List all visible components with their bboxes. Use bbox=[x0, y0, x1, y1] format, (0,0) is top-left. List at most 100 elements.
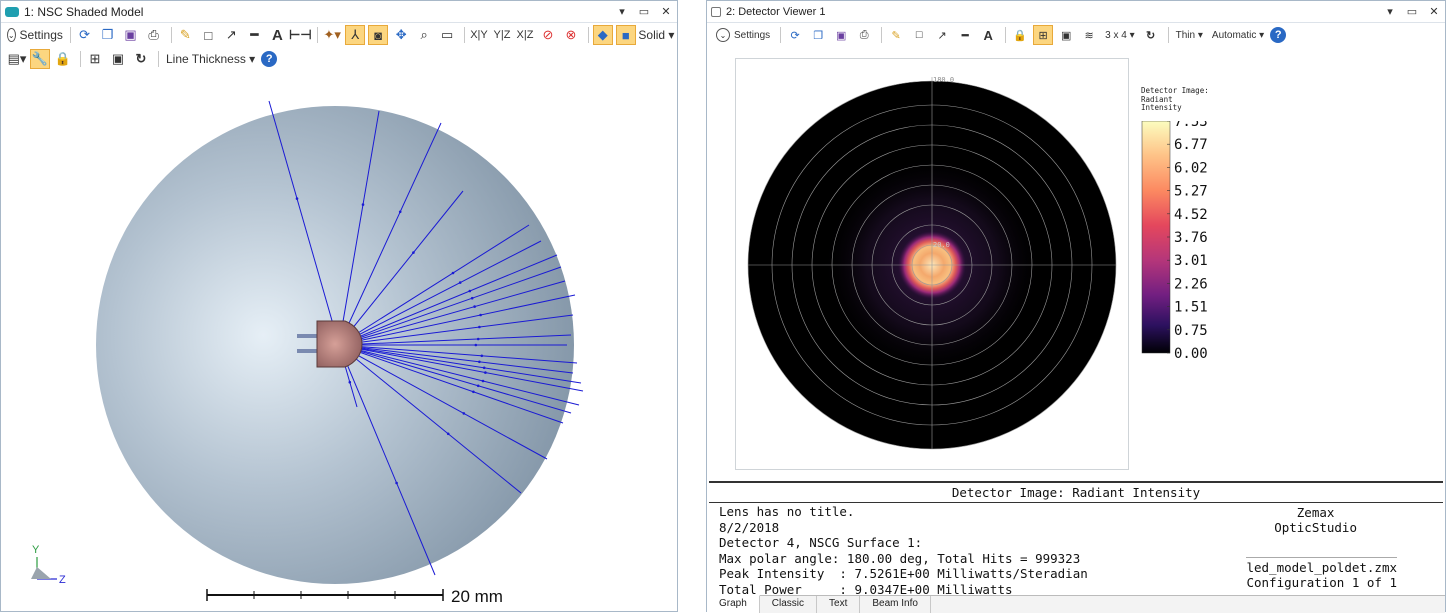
window-title: 2: Detector Viewer 1 bbox=[726, 5, 826, 18]
layout-dropdown[interactable]: 3 x 4 ▾ bbox=[1102, 25, 1138, 45]
dimension-icon[interactable]: ⊢⊣ bbox=[289, 25, 312, 45]
configuration: Configuration 1 of 1 bbox=[1246, 575, 1397, 590]
thin-label: Thin bbox=[1175, 29, 1196, 41]
ray-marker bbox=[468, 289, 472, 293]
detector-toolbar: ⌄ Settings ⟳ ❐ ▣ ⎙ ✎ □ ↗ ━ A 🔒 ⊞ ▣ ≋ 3 x… bbox=[707, 23, 1445, 47]
grid-icon[interactable]: ⊞ bbox=[1033, 25, 1054, 45]
3d-viewport[interactable]: Y Z 20 mm bbox=[1, 73, 677, 611]
copy-icon[interactable]: ❐ bbox=[98, 25, 118, 45]
text-icon[interactable]: A bbox=[267, 25, 287, 45]
rectangle-icon[interactable]: □ bbox=[909, 25, 929, 45]
settings-label: Settings bbox=[734, 29, 771, 41]
line-thickness-dropdown[interactable]: Line Thickness ▾ bbox=[163, 49, 258, 69]
detector-plot[interactable]: 180.0 20.0 bbox=[735, 58, 1129, 470]
grid-icon[interactable]: ⊞ bbox=[85, 49, 105, 69]
ray-marker bbox=[478, 360, 481, 364]
tab-graph[interactable]: Graph bbox=[707, 595, 760, 613]
zoom-icon[interactable]: ⌕ bbox=[414, 25, 434, 45]
lock-icon[interactable]: 🔒 bbox=[1010, 25, 1030, 45]
settings-button[interactable]: ⌄ Settings bbox=[713, 25, 773, 45]
copy-icon[interactable]: ❐ bbox=[808, 25, 828, 45]
status-line: Peak Intensity : 7.5261E+00 Milliwatts/S… bbox=[719, 566, 1088, 581]
product-name: OpticStudio bbox=[1274, 520, 1357, 535]
view-xy-button[interactable]: X|Y bbox=[469, 25, 489, 45]
toolbar-row-1: ⌄ Settings ⟳ ❐ ▣ ⎙ ✎ □ ↗ ━ A ⊢⊣ ✦▾ ⅄ ◙ ✥… bbox=[1, 23, 677, 47]
axes-view-icon[interactable]: ⅄ bbox=[345, 25, 366, 45]
colorbar-title-line: Intensity bbox=[1141, 103, 1182, 112]
tab-beam-info[interactable]: Beam Info bbox=[860, 596, 931, 613]
maximize-icon[interactable]: ▭ bbox=[1401, 5, 1423, 18]
rectangle-icon[interactable]: □ bbox=[198, 25, 218, 45]
pan-icon[interactable]: ✥ bbox=[391, 25, 411, 45]
wrench-icon[interactable]: 🔧 bbox=[30, 49, 50, 69]
no-rotate-icon[interactable]: ⊘ bbox=[538, 25, 558, 45]
pencil-icon[interactable]: ✎ bbox=[886, 25, 906, 45]
refresh-icon[interactable]: ⟳ bbox=[75, 25, 95, 45]
rotate-view-icon[interactable]: ✦▾ bbox=[322, 25, 342, 45]
layout-label: 3 x 4 bbox=[1105, 29, 1127, 41]
automatic-dropdown[interactable]: Automatic ▾ bbox=[1209, 25, 1267, 45]
arrow-icon[interactable]: ↗ bbox=[221, 25, 241, 45]
tab-text[interactable]: Text bbox=[817, 596, 861, 613]
snapshot-icon[interactable]: ▭ bbox=[437, 25, 457, 45]
cycle-icon[interactable]: ↻ bbox=[1141, 25, 1161, 45]
shaded-model-canvas[interactable]: Y Z 20 mm bbox=[1, 73, 677, 611]
print-icon[interactable]: ⎙ bbox=[854, 25, 874, 45]
ray-marker bbox=[395, 481, 398, 485]
settings-button[interactable]: ⌄ Settings bbox=[6, 25, 63, 45]
ring-label-outer: 180.0 bbox=[933, 76, 954, 84]
colorbar-tick-label: 5.27 bbox=[1174, 184, 1208, 200]
camera-view-icon[interactable]: ◙ bbox=[368, 25, 389, 45]
close-icon[interactable]: ✕ bbox=[655, 5, 677, 18]
app-icon bbox=[711, 6, 721, 17]
print-icon[interactable]: ⎙ bbox=[144, 25, 164, 45]
company-name: Zemax bbox=[1296, 505, 1335, 520]
ray-marker bbox=[412, 251, 415, 254]
line-icon[interactable]: ━ bbox=[244, 25, 264, 45]
detector-plot-canvas[interactable]: 180.0 20.0 bbox=[736, 59, 1128, 469]
bottom-tabs: Graph Classic Text Beam Info bbox=[707, 595, 1445, 613]
close-icon[interactable]: ✕ bbox=[1423, 5, 1445, 18]
gradient-icon[interactable]: ▤▾ bbox=[7, 49, 27, 69]
window-icon[interactable]: ▣ bbox=[1056, 25, 1076, 45]
arrow-icon[interactable]: ↗ bbox=[932, 25, 952, 45]
ray-marker bbox=[295, 197, 299, 200]
view-xz-button[interactable]: X|Z bbox=[515, 25, 535, 45]
stack-icon[interactable]: ≋ bbox=[1079, 25, 1099, 45]
led-lead-bottom bbox=[297, 349, 319, 353]
tab-classic[interactable]: Classic bbox=[760, 596, 818, 613]
ray-marker bbox=[348, 380, 352, 384]
save-icon[interactable]: ▣ bbox=[831, 25, 851, 45]
dropdown-icon[interactable]: ▾ bbox=[611, 5, 633, 18]
cycle-icon[interactable]: ↻ bbox=[131, 49, 151, 69]
lock-icon[interactable]: 🔒 bbox=[53, 49, 73, 69]
ray-marker bbox=[484, 371, 487, 374]
reset-icon[interactable]: ⊗ bbox=[561, 25, 581, 45]
save-icon[interactable]: ▣ bbox=[121, 25, 141, 45]
solid-dropdown[interactable]: Solid ▾ bbox=[638, 25, 674, 45]
maximize-icon[interactable]: ▭ bbox=[633, 5, 655, 18]
help-icon[interactable]: ? bbox=[261, 51, 278, 67]
dropdown-icon[interactable]: ▾ bbox=[1379, 5, 1401, 18]
text-icon[interactable]: A bbox=[978, 25, 998, 45]
colorbar-tick-label: 7.53 bbox=[1174, 121, 1208, 130]
led-lead-top bbox=[297, 334, 319, 338]
ring-label-inner: 20.0 bbox=[933, 241, 950, 249]
separator bbox=[80, 51, 81, 67]
window-icon[interactable]: ▣ bbox=[108, 49, 128, 69]
line-icon[interactable]: ━ bbox=[955, 25, 975, 45]
colorbar-tick-label: 6.77 bbox=[1174, 137, 1208, 153]
solid-view-icon[interactable]: ■ bbox=[615, 25, 636, 45]
cube-view-icon[interactable]: ◆ bbox=[592, 25, 613, 45]
refresh-icon[interactable]: ⟳ bbox=[785, 25, 805, 45]
separator bbox=[464, 27, 465, 43]
help-icon[interactable]: ? bbox=[1270, 27, 1287, 43]
app-icon bbox=[5, 6, 19, 17]
thin-dropdown[interactable]: Thin ▾ bbox=[1173, 25, 1206, 45]
file-info: led_model_poldet.zmx Configuration 1 of … bbox=[1246, 557, 1397, 590]
window-title: 1: NSC Shaded Model bbox=[24, 4, 144, 19]
pencil-icon[interactable]: ✎ bbox=[175, 25, 195, 45]
view-yz-button[interactable]: Y|Z bbox=[492, 25, 512, 45]
separator bbox=[780, 27, 782, 43]
colorbar-tick-label: 6.02 bbox=[1174, 160, 1208, 176]
